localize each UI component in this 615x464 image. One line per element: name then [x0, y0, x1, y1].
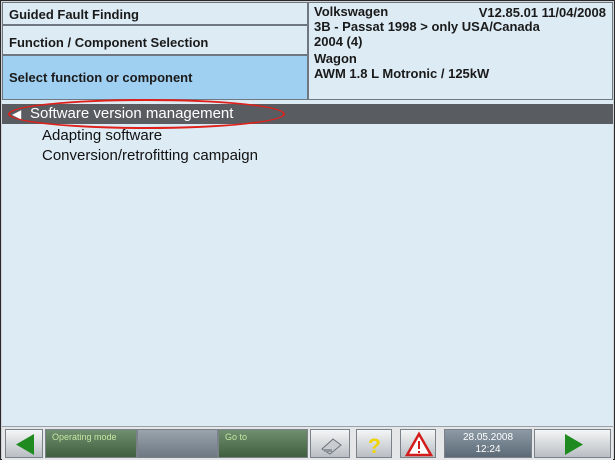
tree-item-adapting-software[interactable]: Adapting software [42, 127, 162, 144]
vehicle-model: 3B - Passat 1998 > only USA/Canada [314, 19, 540, 34]
toolbar-spacer [137, 429, 218, 458]
question-mark-icon: ? [368, 435, 381, 458]
printer-icon [321, 438, 342, 455]
component-tree: ◀ Software version management Adapting s… [2, 99, 613, 426]
tree-item-conversion-campaign[interactable]: Conversion/retrofitting campaign [42, 147, 258, 164]
operating-mode-button[interactable]: Operating mode [45, 429, 137, 458]
app-window: Guided Fault Finding Function / Componen… [0, 0, 615, 460]
vehicle-year: 2004 (4) [314, 34, 363, 49]
function-selection-title: Function / Component Selection [9, 35, 209, 50]
bottom-toolbar: Operating mode Go to ? 28.05.2008 12:24 [2, 426, 613, 460]
function-selection-header: Function / Component Selection [2, 25, 308, 55]
forward-button[interactable] [534, 429, 611, 458]
vehicle-engine: AWM 1.8 L Motronic / 125kW [314, 66, 490, 81]
vehicle-body: Wagon [314, 51, 357, 66]
time-text: 12:24 [475, 444, 501, 455]
warning-button[interactable] [400, 429, 436, 458]
guided-fault-finding-header: Guided Fault Finding [2, 2, 308, 25]
back-button[interactable] [5, 429, 43, 458]
left-arrow-icon [16, 434, 34, 455]
right-arrow-icon [565, 434, 583, 455]
software-version: V12.85.01 11/04/2008 [478, 5, 606, 20]
date-time-display: 28.05.2008 12:24 [444, 429, 532, 458]
guided-fault-finding-title: Guided Fault Finding [9, 7, 139, 22]
print-button[interactable] [310, 429, 350, 458]
date-text: 28.05.2008 [462, 432, 514, 443]
operating-mode-label: Operating mode [52, 432, 117, 442]
vehicle-make: Volkswagen [314, 4, 389, 19]
go-to-button[interactable]: Go to [218, 429, 308, 458]
svg-text:?: ? [368, 435, 381, 458]
go-to-label: Go to [225, 432, 248, 442]
annotation-highlight-oval [8, 99, 285, 129]
help-button[interactable]: ? [356, 429, 392, 458]
select-prompt-text: Select function or component [9, 70, 193, 85]
vehicle-info-panel: Volkswagen V12.85.01 11/04/2008 3B - Pas… [308, 2, 613, 100]
select-prompt-header: Select function or component [2, 55, 308, 100]
warning-triangle-icon [404, 431, 434, 457]
